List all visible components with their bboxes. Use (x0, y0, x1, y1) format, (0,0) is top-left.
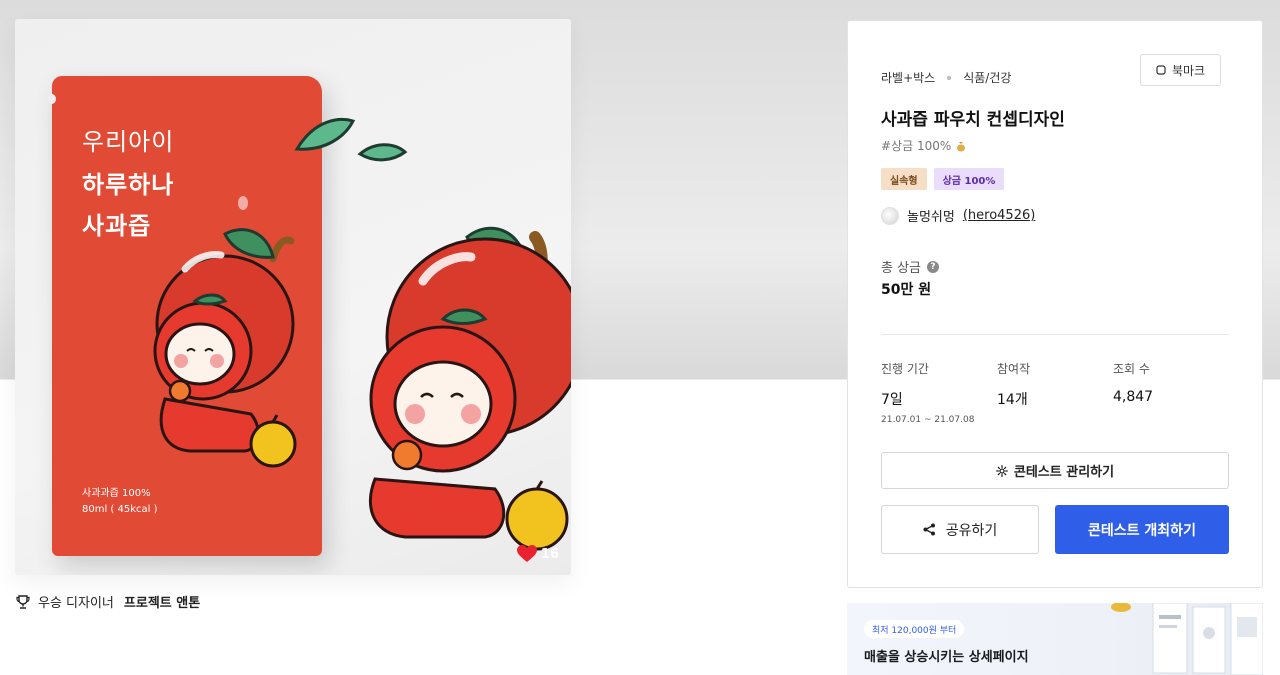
bookmark-label: 북마크 (1171, 63, 1206, 78)
divider (881, 334, 1229, 335)
contest-badges: 실속형 상금 100% (881, 168, 1005, 190)
share-button[interactable]: 공유하기 (881, 505, 1039, 554)
stat-entries-label: 참여작 (997, 362, 1031, 376)
winner-designer: 우승 디자이너 프로젝트 앤톤 (16, 592, 200, 611)
manage-contest-button[interactable]: 콘테스트 관리하기 (881, 452, 1229, 489)
avatar[interactable] (881, 206, 899, 225)
stat-entries-value: 14개 (997, 392, 1028, 408)
stat-views: 조회 수 4,847 (1113, 360, 1229, 425)
small-apple-character (153, 228, 297, 468)
bookmark-button[interactable]: 북마크 (1140, 54, 1221, 86)
winner-designer-name[interactable]: 프로젝트 앤톤 (124, 592, 200, 611)
big-apple-character (369, 226, 571, 551)
contest-stats: 진행 기간 7일 21.07.01 ~ 21.07.08 참여작 14개 조회 … (881, 360, 1231, 425)
banner-price-pill: 최저 120,000원 부터 (864, 620, 965, 638)
heart-icon (516, 545, 537, 562)
host-contest-button[interactable]: 콘테스트 개최하기 (1055, 505, 1229, 554)
breadcrumb-separator (947, 75, 952, 80)
contest-winner-image[interactable]: 우리아이 하루하나 사과즙 사과과즙 100% 80ml ( 45kcal ) (15, 19, 571, 575)
host-handle[interactable]: (hero4526) (963, 208, 1035, 223)
stat-entries: 참여작 14개 (997, 360, 1113, 425)
manage-contest-label: 콘테스트 관리하기 (1013, 465, 1115, 480)
host-name: 놀멍쉬멍 (907, 210, 955, 225)
stat-period-value: 7일 (881, 392, 903, 408)
contest-host: 놀멍쉬멍 (hero4526) (881, 206, 1035, 225)
prize-hashtag-text: #상금 100% (881, 139, 952, 153)
award-label: 우승 디자이너 (38, 596, 114, 611)
badge-prize: 상금 100% (933, 168, 1005, 190)
stat-views-label: 조회 수 (1113, 362, 1150, 376)
help-icon[interactable]: ? (927, 260, 940, 273)
breadcrumb: 라벨+박스 식품/건강 (881, 69, 1011, 86)
breadcrumb-subcategory[interactable]: 식품/건강 (963, 69, 1011, 86)
total-prize-label: 총 상금 ? (881, 257, 940, 276)
detail-page-ad-banner[interactable]: 최저 120,000원 부터 매출을 상승시키는 상세페이지 (847, 603, 1263, 675)
trophy-icon (16, 594, 30, 609)
stat-views-value: 4,847 (1113, 389, 1154, 405)
contest-info-panel: 라벨+박스 식품/건강 북마크 사과즙 파우치 컨셉디자인 #상금 100% 실… (847, 20, 1263, 588)
bookmark-icon (1156, 65, 1166, 75)
contest-title: 사과즙 파우치 컨셉디자인 (881, 110, 1065, 130)
badge-practical: 실속형 (881, 168, 927, 190)
gear-icon (996, 464, 1008, 477)
total-prize-label-text: 총 상금 (881, 261, 922, 276)
total-prize-value: 50만 원 (881, 282, 932, 298)
stat-period: 진행 기간 7일 21.07.01 ~ 21.07.08 (881, 360, 997, 425)
prize-hashtag: #상금 100% (881, 137, 967, 154)
like-count: 16 (540, 546, 559, 562)
share-icon (923, 523, 935, 536)
share-label: 공유하기 (945, 522, 998, 539)
stat-period-label: 진행 기간 (881, 362, 929, 376)
breadcrumb-category[interactable]: 라벨+박스 (881, 69, 935, 86)
banner-headline: 매출을 상승시키는 상세페이지 (864, 650, 1029, 665)
money-bag-icon (957, 141, 966, 151)
banner-mockup-image (1111, 603, 1263, 675)
stat-period-dates: 21.07.01 ~ 21.07.08 (881, 415, 975, 425)
like-badge[interactable]: 16 (516, 545, 559, 563)
apple-character-illustration (153, 117, 571, 551)
